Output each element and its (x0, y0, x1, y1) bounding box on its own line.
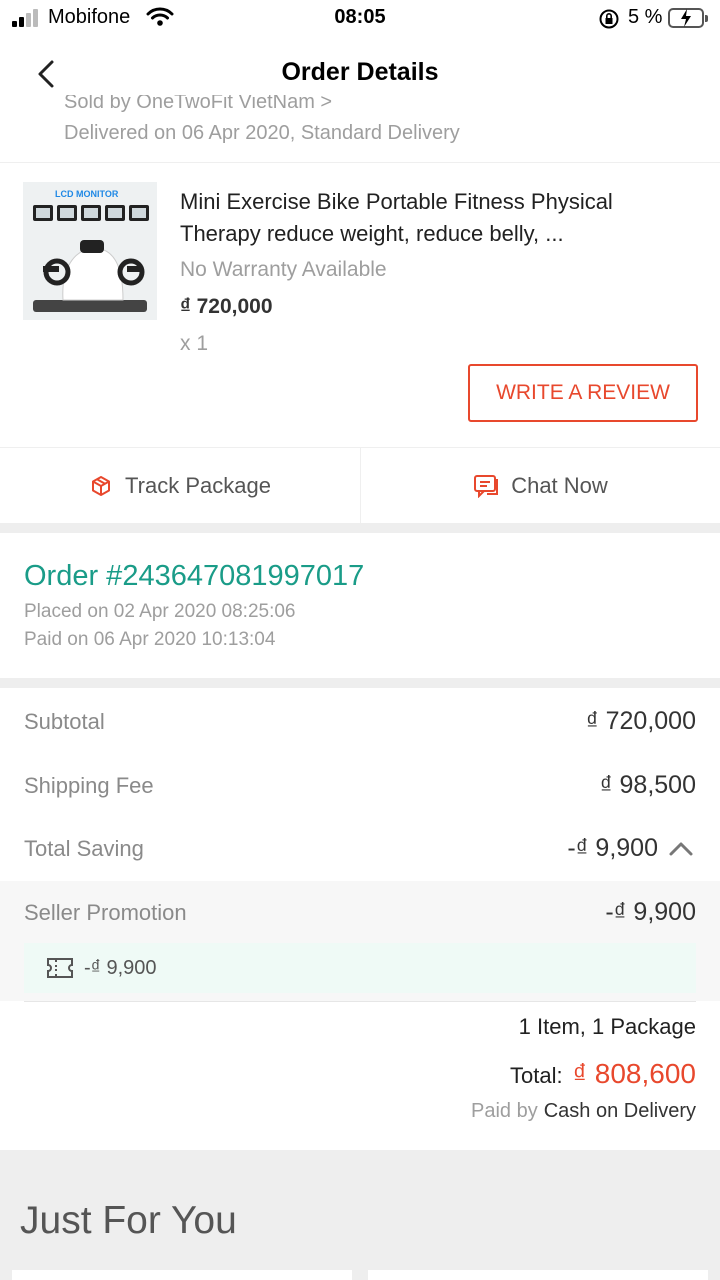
chat-now-label: Chat Now (511, 473, 608, 498)
rotation-lock-icon (599, 9, 619, 29)
voucher-ticket-icon (47, 958, 73, 978)
sold-by-link[interactable]: Sold by OneTwoFit VietNam > (64, 95, 664, 113)
battery-percent: 5 % (628, 6, 663, 28)
package-actions: Track Package Chat Now (0, 447, 720, 524)
product-image-caption: LCD MONITOR (55, 189, 119, 199)
total-saving-label: Total Saving (24, 836, 144, 861)
voucher-value: -₫ 9,900 (84, 957, 157, 979)
recommendation-card[interactable] (12, 1270, 352, 1280)
seller-promotion-label: Seller Promotion (24, 900, 187, 925)
divider (24, 1001, 696, 1002)
section-gap (0, 523, 720, 533)
subtotal-label: Subtotal (24, 709, 105, 734)
page-title: Order Details (281, 58, 439, 86)
payment-method: Paid by Cash on Delivery (471, 1100, 696, 1123)
shipping-fee-value: ₫ 98,500 (599, 771, 696, 799)
recommendation-card[interactable] (368, 1270, 708, 1280)
track-package-button[interactable]: Track Package (0, 448, 360, 524)
total-label: Total: (510, 1063, 563, 1088)
package-box-icon (89, 474, 113, 498)
seller-promotion-value: -₫ 9,900 (605, 898, 696, 926)
chat-now-button[interactable]: Chat Now (361, 448, 720, 524)
product-price: ₫ 720,000 (180, 295, 273, 318)
product-image[interactable]: LCD MONITOR (23, 182, 157, 320)
voucher-row: -₫ 9,900 (24, 943, 696, 993)
items-count: 1 Item, 1 Package (518, 1014, 696, 1039)
total-saving-value[interactable]: -₫ 9,900 (567, 834, 658, 863)
write-review-button[interactable]: WRITE A REVIEW (468, 364, 698, 422)
product-quantity: x 1 (180, 332, 209, 355)
shipping-fee-label: Shipping Fee (24, 773, 154, 798)
product-name[interactable]: Mini Exercise Bike Portable Fitness Phys… (180, 186, 680, 250)
order-total: Total: ₫ 808,600 (510, 1058, 696, 1090)
chevron-up-icon[interactable] (668, 838, 694, 860)
paid-by-label: Paid by (470, 1100, 538, 1122)
warranty-text: No Warranty Available (180, 258, 387, 281)
paid-by-method: Cash on Delivery (543, 1100, 696, 1122)
delivery-status: Delivered on 06 Apr 2020, Standard Deliv… (64, 122, 460, 144)
just-for-you-title: Just For You (20, 1199, 237, 1242)
placed-date: Placed on 02 Apr 2020 08:25:06 (24, 601, 296, 622)
recommendation-cards (12, 1270, 708, 1280)
paid-date: Paid on 06 Apr 2020 10:13:04 (24, 629, 276, 650)
order-number: Order #243647081997017 (24, 560, 365, 592)
total-value: ₫ 808,600 (572, 1058, 696, 1089)
section-gap (0, 678, 720, 688)
track-package-label: Track Package (125, 473, 271, 498)
divider (0, 162, 720, 163)
status-bar: Mobifone 08:05 5 % (0, 0, 720, 38)
subtotal-value: ₫ 720,000 (585, 707, 696, 735)
chat-store-icon (473, 474, 499, 498)
battery-icon (668, 8, 708, 28)
